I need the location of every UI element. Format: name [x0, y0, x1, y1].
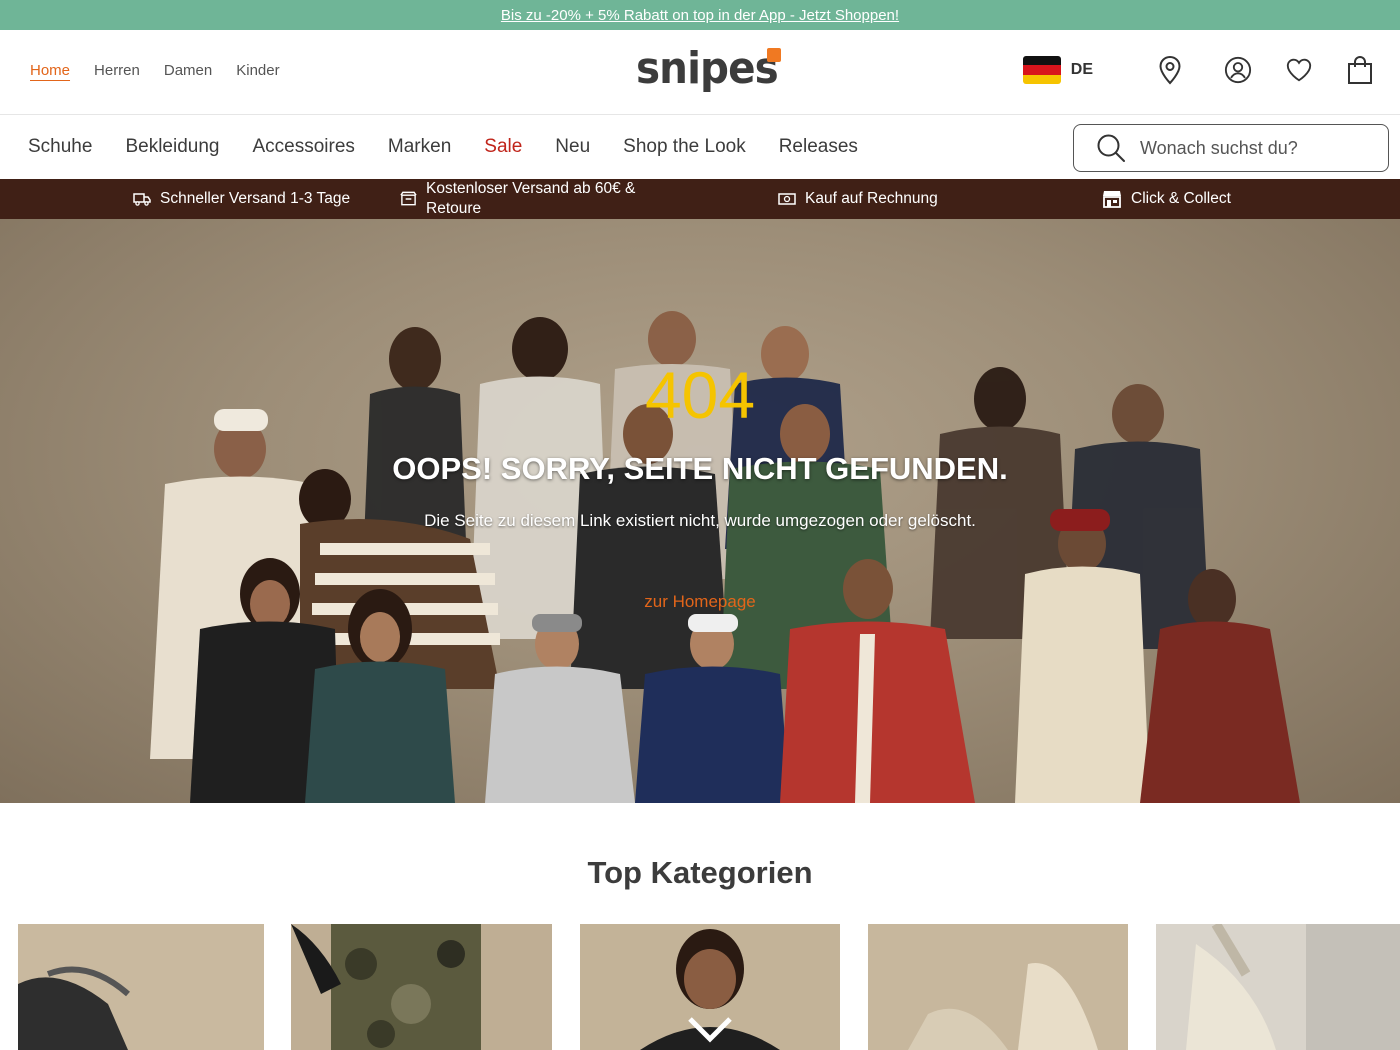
category-image [1186, 924, 1400, 1050]
search-input[interactable] [1140, 137, 1370, 159]
error-title: OOPS! SORRY, SEITE NICHT GEFUNDEN. [392, 451, 1008, 486]
wishlist-icon[interactable] [1285, 54, 1313, 86]
gender-nav-herren[interactable]: Herren [94, 62, 140, 79]
gender-nav-kinder[interactable]: Kinder [236, 62, 279, 79]
truck-icon [133, 193, 151, 206]
usp-item-invoice: Kauf auf Rechnung [778, 179, 938, 219]
section-title-top-categories: Top Kategorien [587, 855, 813, 890]
main-nav: Schuhe Bekleidung Accessoires Marken Sal… [0, 115, 1400, 179]
hero-banner: 404 OOPS! SORRY, SEITE NICHT GEFUNDEN. D… [0, 219, 1400, 803]
usp-item-click-collect: Click & Collect [1102, 179, 1231, 219]
category-image [291, 924, 481, 1050]
category-image [18, 966, 130, 1050]
category-card[interactable] [1156, 924, 1400, 1050]
nav-bekleidung[interactable]: Bekleidung [125, 136, 219, 158]
header-icons: DE [1022, 54, 1374, 86]
nav-marken[interactable]: Marken [388, 136, 451, 158]
category-image [640, 929, 780, 1050]
nav-shop-the-look[interactable]: Shop the Look [623, 136, 746, 158]
category-nav: Schuhe Bekleidung Accessoires Marken Sal… [28, 136, 858, 158]
category-card[interactable] [291, 924, 552, 1050]
nav-sale[interactable]: Sale [484, 136, 522, 158]
error-description: Die Seite zu diesem Link existiert nicht… [424, 511, 976, 530]
germany-flag-icon [1022, 56, 1061, 84]
store-icon [1103, 191, 1121, 208]
return-box-icon [400, 191, 417, 206]
search-icon [1097, 134, 1125, 162]
gender-nav-home[interactable]: Home [30, 62, 70, 79]
nav-releases[interactable]: Releases [779, 136, 858, 158]
cart-icon[interactable] [1346, 54, 1374, 86]
account-icon[interactable] [1224, 54, 1252, 86]
language-selector[interactable]: DE [1022, 56, 1093, 84]
nav-schuhe[interactable]: Schuhe [28, 136, 92, 158]
nav-accessoires[interactable]: Accessoires [252, 136, 354, 158]
promo-bar: Bis zu -20% + 5% Rabatt on top in der Ap… [0, 0, 1400, 30]
usp-text: Schneller Versand 1-3 Tage [160, 190, 351, 207]
cash-icon [778, 193, 796, 205]
top-header: Home Herren Damen Kinder snipes DE [0, 30, 1400, 115]
usp-text: Kauf auf Rechnung [805, 190, 938, 207]
gender-nav: Home Herren Damen Kinder [30, 62, 280, 79]
gender-nav-damen[interactable]: Damen [164, 62, 212, 79]
logo-dot [767, 48, 781, 62]
language-code: DE [1070, 61, 1093, 78]
logo-text: snipes [636, 43, 779, 94]
error-content: 404 OOPS! SORRY, SEITE NICHT GEFUNDEN. D… [0, 219, 1400, 803]
category-card[interactable] [580, 924, 840, 1050]
snipes-logo[interactable]: snipes [636, 44, 786, 102]
usp-text: Click & Collect [1131, 190, 1231, 207]
usp-item-free-shipping: Kostenloser Versand ab 60€ & Retoure [400, 179, 680, 219]
store-locator-icon[interactable] [1156, 54, 1184, 86]
usp-item-shipping: Schneller Versand 1-3 Tage [133, 179, 350, 219]
error-code: 404 [644, 358, 756, 432]
category-image [908, 963, 1098, 1050]
category-card[interactable] [868, 924, 1128, 1050]
search-box[interactable] [1073, 124, 1389, 172]
homepage-link[interactable]: zur Homepage [0, 592, 1400, 612]
promo-link[interactable]: Bis zu -20% + 5% Rabatt on top in der Ap… [501, 7, 899, 24]
category-card[interactable] [18, 924, 264, 1050]
usp-bar: Schneller Versand 1-3 Tage Kostenloser V… [0, 179, 1400, 219]
usp-text: Kostenloser Versand ab 60€ & Retoure [426, 180, 636, 217]
nav-neu[interactable]: Neu [555, 136, 590, 158]
